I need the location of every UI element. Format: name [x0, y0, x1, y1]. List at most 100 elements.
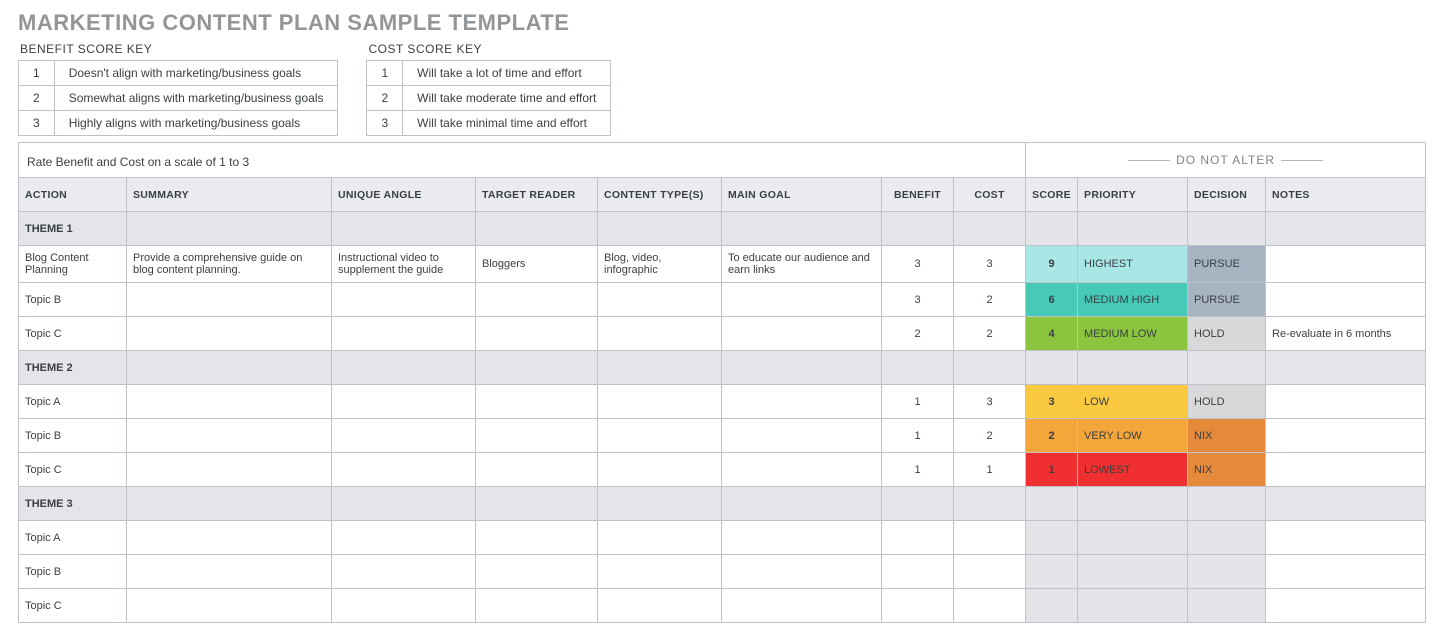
cell-content[interactable]: [598, 317, 722, 351]
cell-summary[interactable]: [127, 521, 332, 555]
table-row: 2Somewhat aligns with marketing/business…: [19, 86, 338, 111]
cell-goal[interactable]: [722, 419, 882, 453]
cell-benefit[interactable]: 1: [882, 419, 954, 453]
cell-content[interactable]: [598, 555, 722, 589]
cell-cost[interactable]: [954, 521, 1026, 555]
cell-action[interactable]: Topic B: [19, 555, 127, 589]
cell-target[interactable]: [476, 385, 598, 419]
cell-benefit[interactable]: 3: [882, 283, 954, 317]
cell-benefit[interactable]: [882, 555, 954, 589]
cell-unique[interactable]: Instructional video to supplement the gu…: [332, 246, 476, 283]
table-row: Topic C 2 2 4 MEDIUM LOW HOLD Re-evaluat…: [19, 317, 1426, 351]
cell-notes[interactable]: [1266, 589, 1426, 623]
cell-unique[interactable]: [332, 419, 476, 453]
cell-cost[interactable]: [954, 555, 1026, 589]
cell-summary[interactable]: [127, 283, 332, 317]
cell-notes[interactable]: [1266, 283, 1426, 317]
cell-priority: HIGHEST: [1078, 246, 1188, 283]
cell-summary[interactable]: [127, 317, 332, 351]
cell-action[interactable]: Topic C: [19, 317, 127, 351]
theme-row: THEME 2: [19, 351, 1426, 385]
cell-target[interactable]: Bloggers: [476, 246, 598, 283]
table-row: 1Will take a lot of time and effort: [367, 61, 611, 86]
cell-benefit[interactable]: 1: [882, 453, 954, 487]
cell-cost[interactable]: 2: [954, 317, 1026, 351]
theme-label: THEME 2: [19, 351, 127, 385]
cell-notes[interactable]: Re-evaluate in 6 months: [1266, 317, 1426, 351]
cell-notes[interactable]: [1266, 385, 1426, 419]
cell-notes[interactable]: [1266, 521, 1426, 555]
cell-summary[interactable]: [127, 589, 332, 623]
cell-decision: [1188, 555, 1266, 589]
cell-cost[interactable]: 2: [954, 419, 1026, 453]
cell-content[interactable]: [598, 419, 722, 453]
cell-action[interactable]: Topic B: [19, 419, 127, 453]
cell-unique[interactable]: [332, 555, 476, 589]
cell-target[interactable]: [476, 419, 598, 453]
cell-summary[interactable]: Provide a comprehensive guide on blog co…: [127, 246, 332, 283]
cell-benefit[interactable]: [882, 521, 954, 555]
cell-goal[interactable]: [722, 317, 882, 351]
cell-cost[interactable]: 2: [954, 283, 1026, 317]
cell-goal[interactable]: [722, 589, 882, 623]
cell-content[interactable]: [598, 283, 722, 317]
cell-notes[interactable]: [1266, 246, 1426, 283]
cell-cost[interactable]: 3: [954, 385, 1026, 419]
cell-target[interactable]: [476, 521, 598, 555]
cell-benefit[interactable]: 2: [882, 317, 954, 351]
cell-priority: [1078, 521, 1188, 555]
cell-target[interactable]: [476, 283, 598, 317]
cell-benefit[interactable]: 3: [882, 246, 954, 283]
cell-action[interactable]: Topic B: [19, 283, 127, 317]
cell-target[interactable]: [476, 555, 598, 589]
cell-summary[interactable]: [127, 419, 332, 453]
col-goal: MAIN GOAL: [722, 178, 882, 212]
cell-unique[interactable]: [332, 521, 476, 555]
col-priority: PRIORITY: [1078, 178, 1188, 212]
cell-notes[interactable]: [1266, 419, 1426, 453]
cell-notes[interactable]: [1266, 453, 1426, 487]
cell-goal[interactable]: [722, 385, 882, 419]
cell-goal[interactable]: [722, 453, 882, 487]
key-num: 1: [19, 61, 55, 86]
cell-action[interactable]: Topic A: [19, 385, 127, 419]
cell-action[interactable]: Topic C: [19, 589, 127, 623]
cell-cost[interactable]: 3: [954, 246, 1026, 283]
cell-cost[interactable]: [954, 589, 1026, 623]
cell-target[interactable]: [476, 453, 598, 487]
cell-summary[interactable]: [127, 555, 332, 589]
cell-decision: NIX: [1188, 419, 1266, 453]
table-row: Blog Content Planning Provide a comprehe…: [19, 246, 1426, 283]
cell-cost[interactable]: 1: [954, 453, 1026, 487]
cell-summary[interactable]: [127, 453, 332, 487]
col-notes: NOTES: [1266, 178, 1426, 212]
rate-instruction: Rate Benefit and Cost on a scale of 1 to…: [27, 155, 1019, 169]
cell-goal[interactable]: To educate our audience and earn links: [722, 246, 882, 283]
cell-goal[interactable]: [722, 555, 882, 589]
cell-action[interactable]: Topic C: [19, 453, 127, 487]
cell-benefit[interactable]: [882, 589, 954, 623]
cell-priority: [1078, 589, 1188, 623]
cell-goal[interactable]: [722, 283, 882, 317]
cell-summary[interactable]: [127, 385, 332, 419]
cell-priority: LOW: [1078, 385, 1188, 419]
cell-content[interactable]: Blog, video, infographic: [598, 246, 722, 283]
cell-score: [1026, 521, 1078, 555]
cell-content[interactable]: [598, 385, 722, 419]
cell-unique[interactable]: [332, 589, 476, 623]
cell-goal[interactable]: [722, 521, 882, 555]
cell-content[interactable]: [598, 453, 722, 487]
cell-content[interactable]: [598, 589, 722, 623]
cell-unique[interactable]: [332, 317, 476, 351]
cell-action[interactable]: Blog Content Planning: [19, 246, 127, 283]
table-row: Topic B 3 2 6 MEDIUM HIGH PURSUE: [19, 283, 1426, 317]
cell-notes[interactable]: [1266, 555, 1426, 589]
cell-unique[interactable]: [332, 453, 476, 487]
cell-target[interactable]: [476, 317, 598, 351]
cell-unique[interactable]: [332, 385, 476, 419]
cell-unique[interactable]: [332, 283, 476, 317]
cell-action[interactable]: Topic A: [19, 521, 127, 555]
cell-target[interactable]: [476, 589, 598, 623]
cell-benefit[interactable]: 1: [882, 385, 954, 419]
cell-content[interactable]: [598, 521, 722, 555]
